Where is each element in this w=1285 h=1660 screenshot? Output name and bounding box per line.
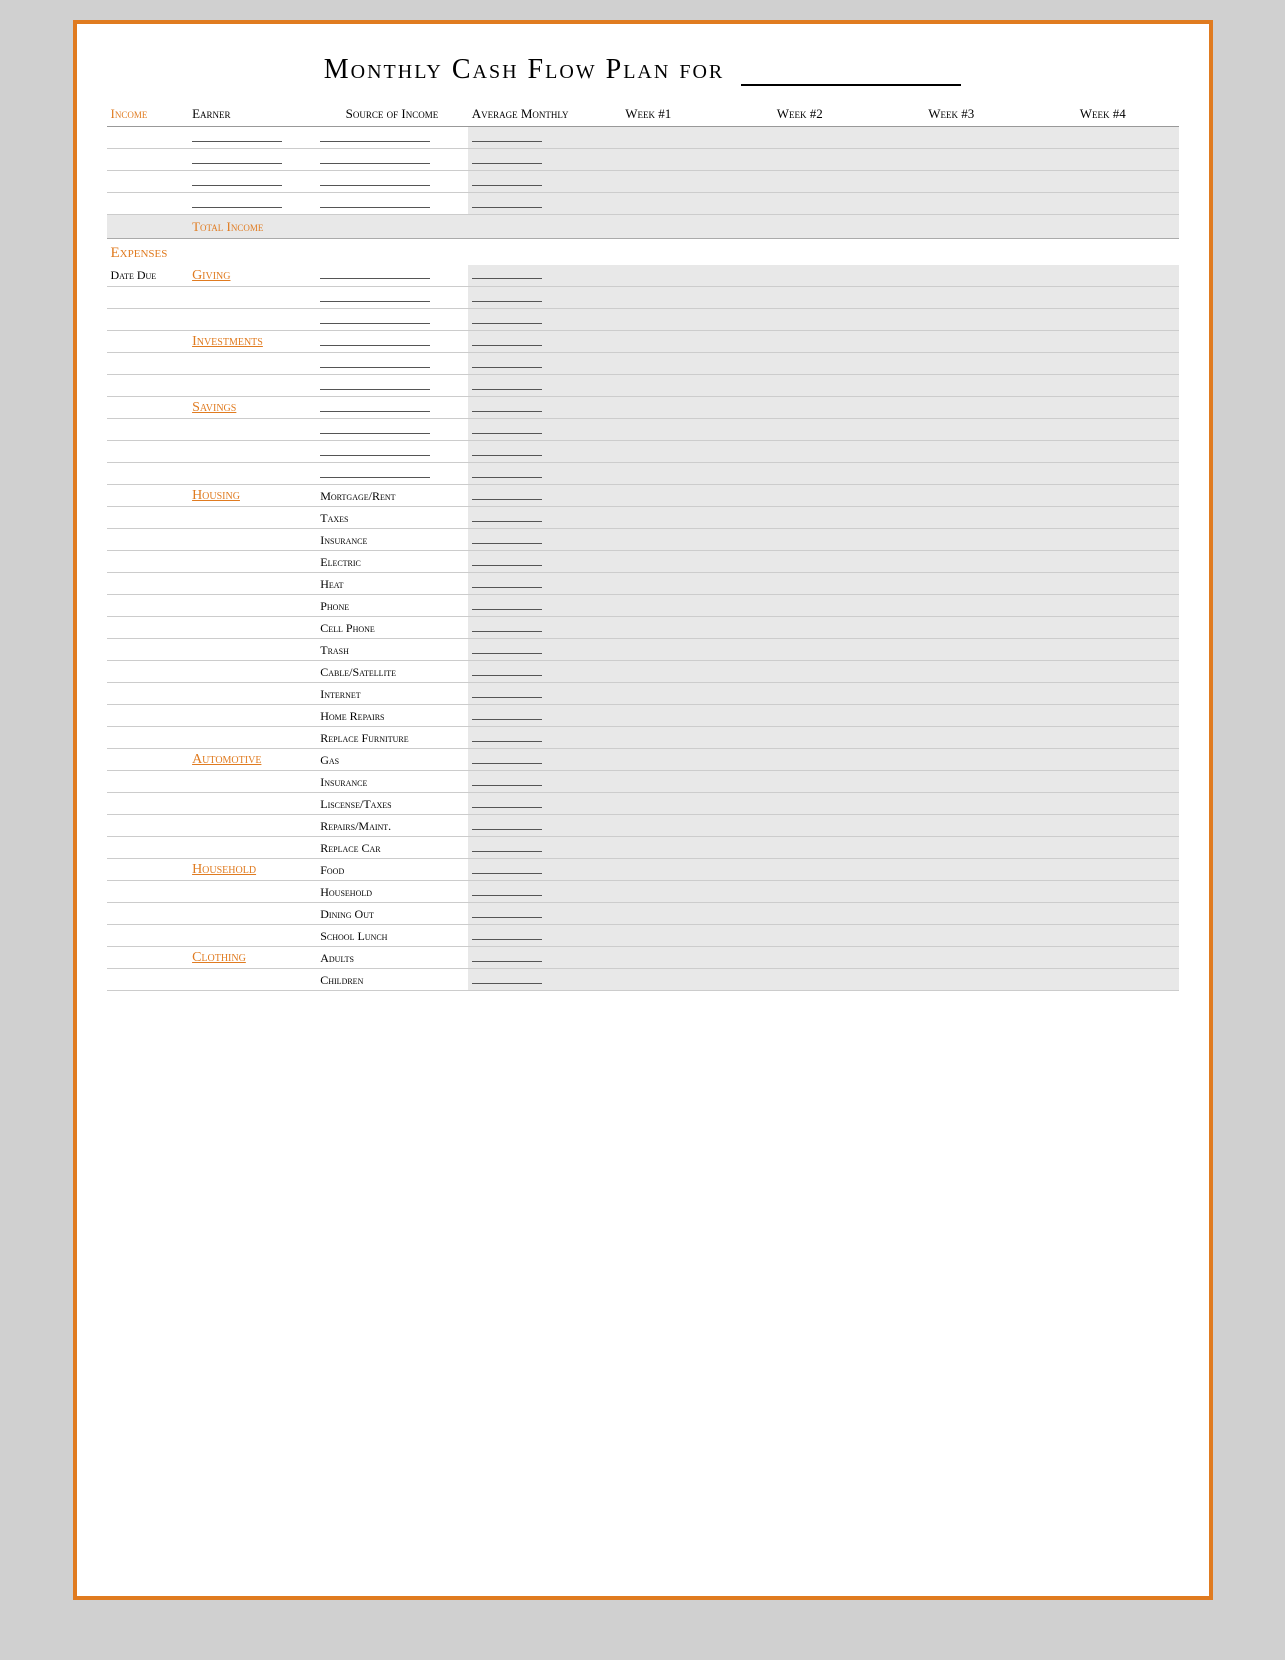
giving-row-3 <box>107 309 1179 331</box>
auto-license-row: Liscense/Taxes <box>107 793 1179 815</box>
savings-row-1: Savings <box>107 397 1179 419</box>
housing-trash-row: Trash <box>107 639 1179 661</box>
income-row-3 <box>107 171 1179 193</box>
auto-gas-row: Automotive Gas <box>107 749 1179 771</box>
total-income-row: Total Income <box>107 215 1179 239</box>
giving-row-1: Date Due Giving <box>107 265 1179 287</box>
earner-header: Earner <box>188 104 316 127</box>
household-food-row: Household Food <box>107 859 1179 881</box>
housing-internet-row: Internet <box>107 683 1179 705</box>
savings-row-2 <box>107 419 1179 441</box>
week1-header: Week #1 <box>573 104 724 127</box>
housing-mortgage-row: Housing Mortgage/Rent <box>107 485 1179 507</box>
income-row-1 <box>107 127 1179 149</box>
auto-replace-row: Replace Car <box>107 837 1179 859</box>
clothing-children-row: Children <box>107 969 1179 991</box>
expenses-header-row: Expenses <box>107 239 1179 265</box>
income-row-2 <box>107 149 1179 171</box>
week3-header: Week #3 <box>876 104 1027 127</box>
housing-cable-row: Cable/Satellite <box>107 661 1179 683</box>
week2-header: Week #2 <box>724 104 875 127</box>
auto-repairs-row: Repairs/Maint. <box>107 815 1179 837</box>
investments-row-3 <box>107 375 1179 397</box>
household-household-row: Household <box>107 881 1179 903</box>
avg-header: Average Monthly <box>468 104 573 127</box>
housing-taxes-row: Taxes <box>107 507 1179 529</box>
housing-heat-row: Heat <box>107 573 1179 595</box>
giving-row-2 <box>107 287 1179 309</box>
source-header: Source of Income <box>316 104 467 127</box>
income-header: Income <box>107 104 189 127</box>
housing-electric-row: Electric <box>107 551 1179 573</box>
household-dining-row: Dining Out <box>107 903 1179 925</box>
auto-insurance-row: Insurance <box>107 771 1179 793</box>
clothing-adults-row: Clothing Adults <box>107 947 1179 969</box>
income-row-4 <box>107 193 1179 215</box>
housing-cellphone-row: Cell Phone <box>107 617 1179 639</box>
housing-insurance-row: Insurance <box>107 529 1179 551</box>
household-schoollunch-row: School Lunch <box>107 925 1179 947</box>
investments-row-1: Investments <box>107 331 1179 353</box>
page: Monthly Cash Flow Plan for Income Earner… <box>73 20 1213 1600</box>
week4-header: Week #4 <box>1027 104 1179 127</box>
investments-row-2 <box>107 353 1179 375</box>
page-title: Monthly Cash Flow Plan for <box>107 54 1179 86</box>
housing-phone-row: Phone <box>107 595 1179 617</box>
savings-row-3 <box>107 441 1179 463</box>
savings-row-4 <box>107 463 1179 485</box>
main-table: Income Earner Source of Income Average M… <box>107 104 1179 991</box>
housing-repairs-row: Home Repairs <box>107 705 1179 727</box>
title-line <box>741 84 961 86</box>
housing-furniture-row: Replace Furniture <box>107 727 1179 749</box>
header-row: Income Earner Source of Income Average M… <box>107 104 1179 127</box>
